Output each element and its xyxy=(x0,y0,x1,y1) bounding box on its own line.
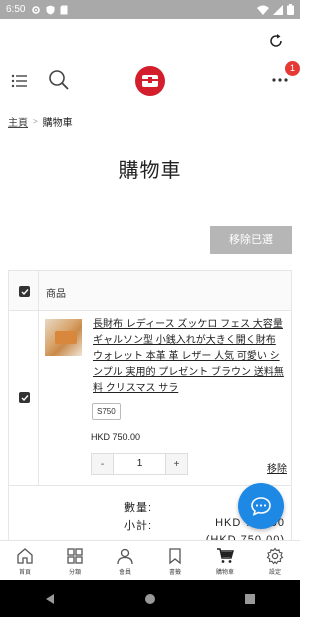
search-button[interactable] xyxy=(48,69,70,91)
quantity-value[interactable]: 1 xyxy=(114,454,165,474)
quantity-decrease-button[interactable]: - xyxy=(92,454,114,474)
quantity-label: 數量: xyxy=(124,502,153,514)
subtotal-label: 小計: xyxy=(124,520,153,532)
status-time: 6:50 xyxy=(6,4,26,15)
remove-item-link[interactable]: 移除 xyxy=(267,460,287,475)
select-all-cell xyxy=(9,271,39,311)
chat-button[interactable] xyxy=(238,483,284,529)
nav-categories[interactable]: 分類 xyxy=(50,541,100,580)
chat-bubble-icon xyxy=(251,497,271,516)
product-name-link[interactable]: 長財布 レディース ズッケロ フェス 大容量 ギャルソン型 小銭入れが大きく開く… xyxy=(93,317,287,397)
menu-button[interactable] xyxy=(10,71,30,91)
nav-cart[interactable]: 購物車 xyxy=(200,541,250,580)
recents-icon[interactable] xyxy=(244,593,256,605)
grid-icon xyxy=(67,548,83,564)
bookmark-icon xyxy=(169,548,181,565)
wifi-icon xyxy=(257,5,269,15)
select-all-checkbox[interactable] xyxy=(19,286,30,297)
breadcrumb: 主頁 > 購物車 xyxy=(8,114,73,129)
product-thumbnail[interactable] xyxy=(45,319,82,356)
nav-categories-label: 分類 xyxy=(68,570,81,576)
variant-tag: S750 xyxy=(92,403,121,420)
store-logo[interactable] xyxy=(135,66,165,96)
status-right-icons xyxy=(257,4,294,15)
cart-icon xyxy=(217,548,234,563)
breadcrumb-current: 購物車 xyxy=(42,118,73,129)
nav-member[interactable]: 會員 xyxy=(100,541,150,580)
user-icon xyxy=(117,548,133,565)
more-dots-icon xyxy=(272,78,288,82)
signal-icon xyxy=(273,4,283,15)
nav-bookmarks[interactable]: 書籤 xyxy=(150,541,200,580)
quantity-increase-button[interactable]: + xyxy=(165,454,187,474)
home-circle-icon[interactable] xyxy=(144,593,156,605)
notification-badge: 1 xyxy=(285,61,300,76)
search-icon xyxy=(49,70,69,90)
logo-icon xyxy=(142,75,158,87)
back-icon[interactable] xyxy=(44,593,56,605)
browser-toolbar xyxy=(0,19,300,63)
battery-icon xyxy=(287,4,294,15)
refresh-button[interactable] xyxy=(266,31,286,51)
table-header: 商品 xyxy=(9,271,291,311)
status-icons xyxy=(31,5,68,15)
site-header xyxy=(0,63,300,99)
list-menu-icon xyxy=(11,74,27,88)
home-icon xyxy=(17,548,33,564)
nav-bookmarks-label: 書籤 xyxy=(168,570,181,576)
nav-home-label: 首頁 xyxy=(18,570,31,576)
quantity-stepper: - 1 + xyxy=(91,453,188,475)
remove-selected-button[interactable]: 移除已選 xyxy=(210,226,292,254)
breadcrumb-separator: > xyxy=(33,117,38,126)
settings-status-icon xyxy=(32,5,41,14)
sim-status-icon xyxy=(60,5,68,14)
cart-item-row: 長財布 レディース ズッケロ フェス 大容量 ギャルソン型 小銭入れが大きく開く… xyxy=(9,311,291,486)
item-check-cell xyxy=(9,311,39,486)
item-checkbox[interactable] xyxy=(19,392,30,403)
check-icon xyxy=(21,394,29,401)
page-title: 購物車 xyxy=(118,160,182,182)
nav-settings[interactable]: 設定 xyxy=(250,541,300,580)
system-navigation-bar xyxy=(0,580,300,617)
refresh-icon xyxy=(270,34,282,47)
status-bar: 6:50 xyxy=(0,0,300,19)
bottom-navigation: 首頁 分類 會員 書籤 購物車 設定 xyxy=(0,540,300,580)
check-icon xyxy=(21,288,29,295)
nav-settings-label: 設定 xyxy=(268,570,281,576)
product-column-header: 商品 xyxy=(46,289,66,300)
shield-status-icon xyxy=(46,5,55,14)
wallet-image xyxy=(55,331,77,344)
nav-member-label: 會員 xyxy=(118,570,131,576)
gear-icon xyxy=(266,547,284,565)
breadcrumb-home-link[interactable]: 主頁 xyxy=(8,114,28,129)
nav-cart-label: 購物車 xyxy=(215,570,234,576)
item-price: HKD 750.00 xyxy=(91,432,141,442)
nav-home[interactable]: 首頁 xyxy=(0,541,50,580)
